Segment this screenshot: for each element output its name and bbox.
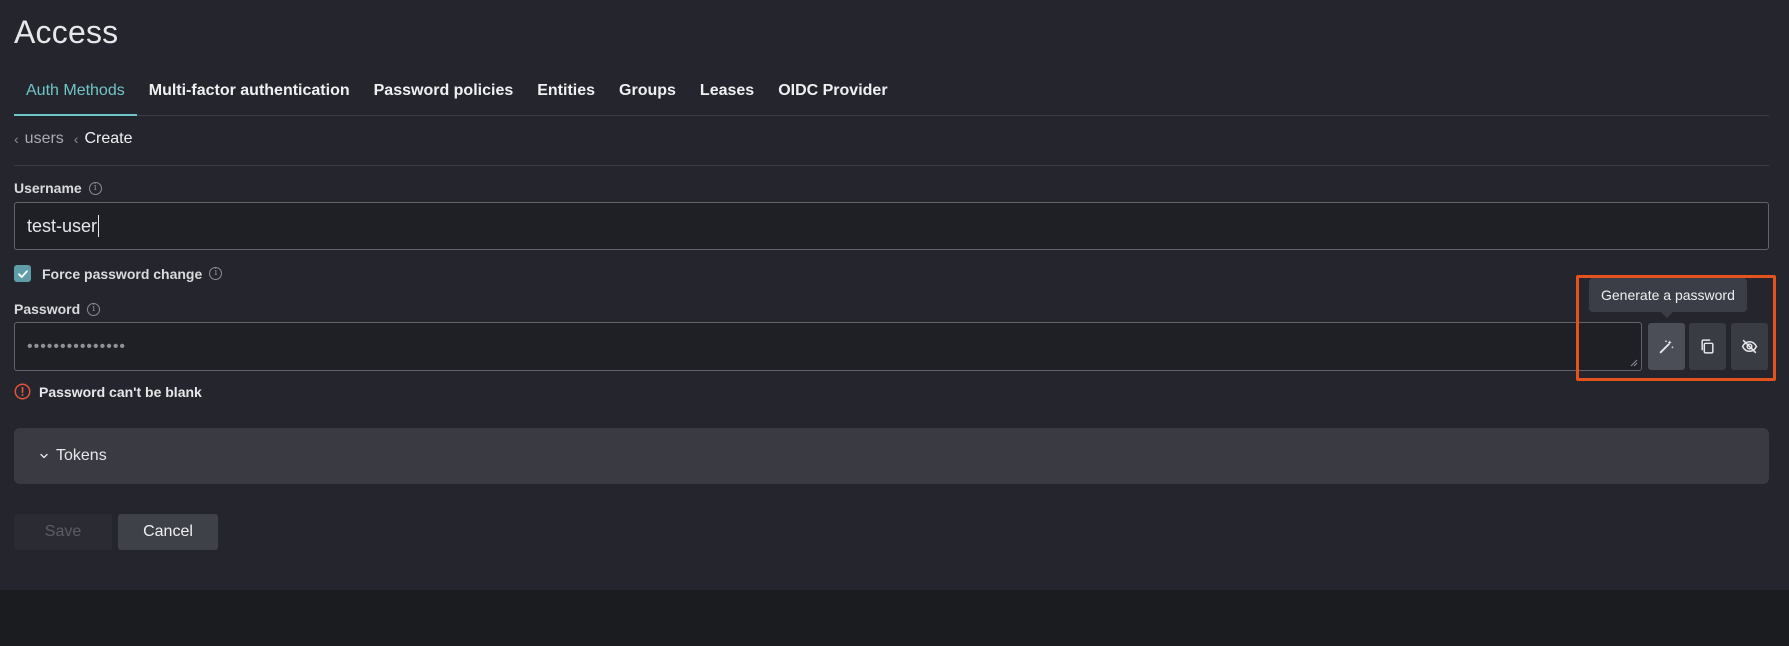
password-textarea[interactable]: •••••••••••••••: [14, 322, 1642, 371]
tab-bar: Auth Methods Multi-factor authentication…: [14, 72, 1769, 116]
force-password-change-label: Force password change i: [42, 265, 223, 282]
tab-oidc-provider[interactable]: OIDC Provider: [766, 72, 899, 116]
tokens-toggle[interactable]: Tokens: [14, 428, 1769, 484]
username-input[interactable]: test-user: [14, 202, 1769, 250]
username-value: test-user: [27, 215, 98, 236]
breadcrumb-parent-link[interactable]: users: [25, 130, 64, 148]
tab-mfa[interactable]: Multi-factor authentication: [137, 72, 362, 116]
password-masked-value: •••••••••••••••: [27, 337, 127, 355]
breadcrumb-current-label: Create: [84, 130, 133, 147]
text-caret: [98, 215, 100, 237]
page-content: Access Auth Methods Multi-factor authent…: [0, 0, 1789, 590]
chevron-left-icon: ‹: [73, 131, 79, 147]
tokens-label: Tokens: [56, 447, 107, 464]
info-icon[interactable]: i: [87, 302, 101, 316]
tab-auth-methods[interactable]: Auth Methods: [14, 72, 137, 116]
chevron-left-icon: ‹: [14, 131, 19, 147]
password-label: Password i: [14, 301, 101, 317]
force-password-change-text: Force password change: [42, 265, 203, 282]
tab-password-policies[interactable]: Password policies: [362, 72, 526, 116]
highlight-box: [1576, 275, 1776, 381]
save-button[interactable]: Save: [14, 514, 112, 550]
password-error: Password can't be blank: [14, 383, 202, 400]
password-label-text: Password: [14, 301, 81, 317]
force-password-change-checkbox[interactable]: [14, 265, 31, 282]
info-icon[interactable]: i: [88, 181, 102, 195]
tab-entities[interactable]: Entities: [525, 72, 607, 116]
username-label-text: Username: [14, 180, 82, 196]
page-title: Access: [14, 14, 119, 50]
footer-background: [0, 590, 1789, 646]
info-icon[interactable]: i: [209, 267, 223, 280]
username-label: Username i: [14, 180, 102, 196]
breadcrumb-parent[interactable]: ‹ users: [14, 130, 74, 148]
tab-groups[interactable]: Groups: [607, 72, 688, 116]
tab-leases[interactable]: Leases: [688, 72, 766, 116]
chevron-down-icon: [40, 453, 48, 459]
cancel-button[interactable]: Cancel: [118, 514, 218, 550]
alert-circle-icon: [14, 383, 31, 400]
checkmark-icon: [17, 269, 28, 278]
breadcrumb-current: ‹ Create: [74, 130, 133, 148]
breadcrumb: ‹ users ‹ Create: [14, 130, 1769, 166]
force-password-change-row: Force password change i: [14, 265, 223, 282]
password-error-text: Password can't be blank: [39, 383, 202, 400]
